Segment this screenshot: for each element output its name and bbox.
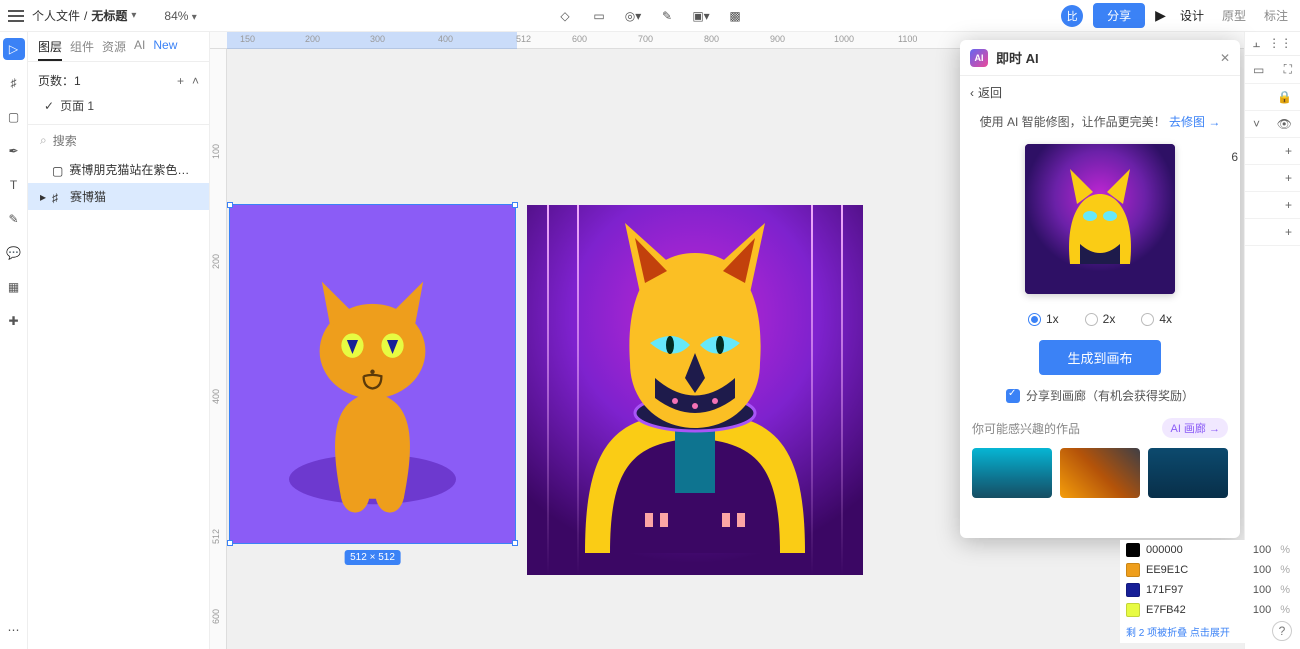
tab-annotate[interactable]: 标注 [1260, 5, 1292, 26]
more-icon[interactable]: ⋯ [3, 619, 25, 641]
ai-panel-title: 即时 AI [996, 48, 1039, 67]
chevron-left-icon: ‹ [970, 86, 974, 100]
lock-icon[interactable]: 🔒 [1277, 90, 1292, 104]
cat-illustration [230, 205, 515, 543]
gallery-thumb[interactable] [1060, 448, 1140, 498]
comment-tool[interactable]: 💬 [3, 242, 25, 264]
breadcrumb-title: 无标题 [91, 7, 127, 24]
page-item[interactable]: ✓ 页面 1 [38, 93, 199, 118]
tab-prototype[interactable]: 原型 [1218, 5, 1250, 26]
chevron-down-icon: ▾ [131, 10, 136, 21]
radio-2x[interactable]: 2x [1085, 312, 1116, 326]
tab-assets[interactable]: 资源 [102, 38, 126, 61]
mask-icon[interactable]: ◎▾ [624, 7, 642, 25]
help-icon[interactable]: ? [1272, 621, 1292, 641]
radio-4x[interactable]: 4x [1141, 312, 1172, 326]
checkbox-icon [1006, 389, 1020, 403]
frame-mini-icon[interactable]: ▭ [1253, 63, 1264, 77]
artboard-cybercat-flat[interactable]: 512 × 512 [230, 205, 515, 543]
gallery-thumb[interactable] [972, 448, 1052, 498]
move-tool[interactable]: ▷ [3, 38, 25, 60]
cybercat-svg [555, 213, 835, 553]
user-avatar[interactable]: 比 [1061, 5, 1083, 27]
tab-new[interactable]: New [153, 38, 177, 61]
boolean-icon[interactable]: ▣▾ [692, 7, 710, 25]
generate-button[interactable]: 生成到画布 [1039, 340, 1160, 375]
component-icon[interactable]: ▩ [726, 7, 744, 25]
color-expand-link[interactable]: 剩 2 项被折叠 点击展开 [1120, 620, 1296, 643]
ai-preview-image [1025, 144, 1175, 294]
ai-description: 使用 AI 智能修图，让作品更完美！ 去修图 → [960, 109, 1240, 134]
tab-layers[interactable]: 图层 [38, 38, 62, 61]
fullscreen-icon[interactable]: ⛶ [1284, 62, 1292, 77]
breadcrumb-folder: 个人文件 [32, 7, 80, 24]
diamond-icon[interactable]: ◇ [556, 7, 574, 25]
eye-icon[interactable]: 👁 [1277, 117, 1292, 131]
ai-logo-icon: AI [970, 49, 988, 67]
ruler-vertical: 100 200 400 512 600 [210, 49, 227, 649]
selection-dimensions: 512 × 512 [344, 550, 401, 565]
frame-layer-icon: ♯ [52, 191, 64, 203]
add-page-icon[interactable]: + [177, 74, 184, 88]
artboard-cybercat-render[interactable] [527, 205, 863, 575]
tab-components[interactable]: 组件 [70, 38, 94, 61]
image-layer-icon: ▢ [52, 164, 63, 176]
ai-gallery-link[interactable]: AI 画廊 → [1162, 418, 1228, 438]
eyedropper-tool[interactable]: ✎ [3, 208, 25, 230]
zoom-control[interactable]: 84% ▾ [164, 9, 196, 23]
breadcrumb[interactable]: 个人文件 / 无标题 ▾ [32, 7, 136, 24]
layer-expand-icon: ▸ [40, 190, 46, 204]
close-icon[interactable]: ✕ [1220, 51, 1230, 65]
gallery-thumb[interactable] [1148, 448, 1228, 498]
play-icon[interactable]: ▶ [1155, 7, 1166, 24]
share-button[interactable]: 分享 [1093, 3, 1145, 28]
layer-search-input[interactable] [53, 134, 208, 148]
stray-number: 6 [1231, 150, 1238, 164]
frame-tool[interactable]: ♯ [3, 72, 25, 94]
pen-tool[interactable]: ✒ [3, 140, 25, 162]
search-icon: ⌕ [40, 133, 47, 148]
search-tool[interactable]: ✚ [3, 310, 25, 332]
color-list: 000000100% EE9E1C100% 171F97100% E7FB421… [1120, 540, 1296, 643]
tab-ai[interactable]: AI [134, 38, 145, 61]
ai-back-button[interactable]: ‹ 返回 [960, 76, 1240, 109]
check-icon: ✓ [44, 99, 54, 113]
chevron-down-icon: ▾ [192, 12, 197, 23]
chevron-down-icon[interactable]: ˅ [1253, 117, 1260, 131]
color-row[interactable]: 171F97100% [1120, 580, 1296, 600]
grid-icon[interactable]: ⋮⋮ [1268, 36, 1292, 51]
share-gallery-checkbox[interactable]: 分享到画廊（有机会获得奖励） [960, 381, 1240, 418]
collapse-pages-icon[interactable]: ˄ [192, 74, 199, 88]
plugins-tool[interactable]: ▦ [3, 276, 25, 298]
color-row[interactable]: EE9E1C100% [1120, 560, 1296, 580]
shape-tool[interactable]: ▢ [3, 106, 25, 128]
add-section-icon[interactable]: + [1285, 144, 1292, 158]
add-section-icon[interactable]: + [1285, 198, 1292, 212]
color-row[interactable]: E7FB42100% [1120, 600, 1296, 620]
ai-retouch-link[interactable]: 去修图 → [1169, 115, 1220, 129]
tab-design[interactable]: 设计 [1176, 5, 1208, 26]
interest-label: 你可能感兴趣的作品 [972, 420, 1080, 437]
align-icon[interactable]: ⫠ [1253, 36, 1260, 51]
crop-icon[interactable]: ▭ [590, 7, 608, 25]
layer-item[interactable]: ▢ 赛博朋克猫站在紫色的迷雾中… [28, 156, 209, 183]
add-section-icon[interactable]: + [1285, 225, 1292, 239]
color-row[interactable]: 000000100% [1120, 540, 1296, 560]
radio-1x[interactable]: 1x [1028, 312, 1059, 326]
hamburger-icon[interactable] [8, 10, 24, 22]
text-tool[interactable]: T [3, 174, 25, 196]
layer-item-selected[interactable]: ▸ ♯ 赛博猫 [28, 183, 209, 210]
ai-panel: AI 即时 AI ✕ ‹ 返回 使用 AI 智能修图，让作品更完美！ 去修图 →… [960, 40, 1240, 538]
add-section-icon[interactable]: + [1285, 171, 1292, 185]
edit-icon[interactable]: ✎ [658, 7, 676, 25]
